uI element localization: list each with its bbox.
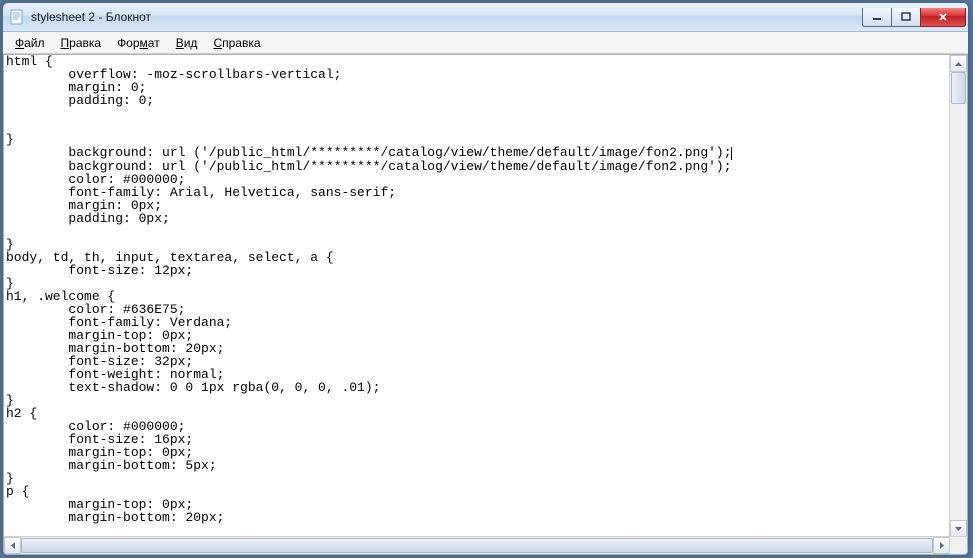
scroll-down-button[interactable]: [950, 520, 967, 537]
scroll-up-button[interactable]: [950, 55, 967, 72]
vertical-scroll-thumb[interactable]: [951, 72, 966, 104]
notepad-window: stylesheet 2 - Блокнот Файл Правка Форма…: [2, 2, 969, 556]
window-controls: [863, 8, 966, 27]
close-button[interactable]: [920, 8, 966, 27]
menu-edit[interactable]: Правка: [53, 34, 110, 52]
scroll-left-button[interactable]: [4, 537, 21, 554]
title-bar[interactable]: stylesheet 2 - Блокнот: [3, 3, 968, 32]
horizontal-scroll-track[interactable]: [21, 537, 933, 554]
text-caret: [731, 147, 732, 160]
vertical-scroll-track[interactable]: [950, 72, 967, 520]
menu-file[interactable]: Файл: [7, 34, 53, 52]
menu-view[interactable]: Вид: [168, 34, 206, 52]
scroll-right-button[interactable]: [933, 537, 950, 554]
minimize-button[interactable]: [862, 8, 892, 27]
window-title: stylesheet 2 - Блокнот: [31, 10, 863, 24]
text-content: html { overflow: -moz-scrollbars-vertica…: [6, 55, 948, 524]
vertical-scrollbar[interactable]: [949, 55, 967, 537]
menu-format[interactable]: Формат: [109, 34, 168, 52]
horizontal-scroll-thumb[interactable]: [21, 538, 933, 553]
scrollbar-corner: [949, 536, 967, 554]
text-area[interactable]: html { overflow: -moz-scrollbars-vertica…: [4, 55, 950, 537]
notepad-icon: [9, 9, 25, 25]
menu-help[interactable]: Справка: [205, 34, 268, 52]
horizontal-scrollbar[interactable]: [4, 536, 950, 554]
menu-bar: Файл Правка Формат Вид Справка: [3, 32, 968, 54]
editor-frame: html { overflow: -moz-scrollbars-vertica…: [3, 54, 968, 555]
maximize-button[interactable]: [891, 8, 921, 27]
